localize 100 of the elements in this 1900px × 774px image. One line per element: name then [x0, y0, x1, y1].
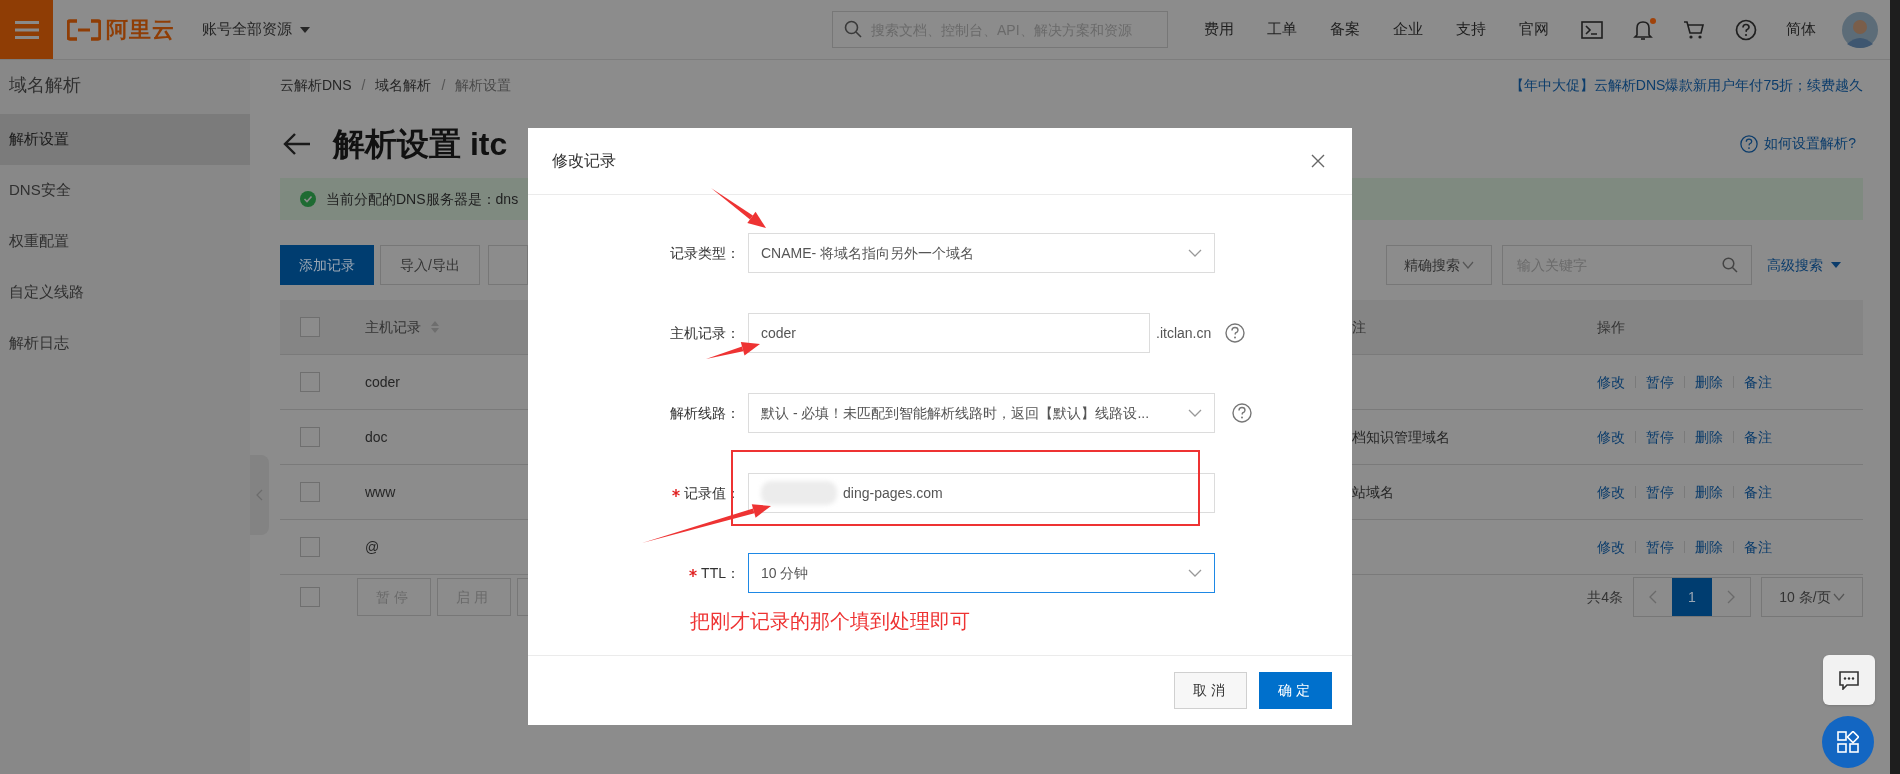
nav-link[interactable]: 费用 — [1187, 18, 1250, 41]
chevron-down-icon — [1188, 409, 1202, 417]
chevron-left-icon — [1649, 590, 1657, 604]
dialog-title: 修改记录 — [552, 151, 616, 171]
column-header: 主机记录 — [365, 317, 421, 337]
action-link[interactable]: 暂停 — [1646, 481, 1674, 503]
action-link[interactable]: 暂停 — [1646, 426, 1674, 448]
chevron-down-icon — [1832, 593, 1845, 601]
action-link[interactable]: 删除 — [1695, 536, 1723, 558]
search-icon — [1722, 257, 1738, 273]
search-mode-dropdown[interactable]: 精确搜索 — [1386, 245, 1492, 285]
checkbox[interactable] — [300, 587, 320, 607]
promo-link[interactable]: 【年中大促】云解析DNS爆款新用户年付75折；续费越久 — [1509, 74, 1863, 96]
action-link[interactable]: 暂停 — [1646, 536, 1674, 558]
sidebar-item[interactable]: 自定义线路 — [0, 267, 250, 318]
account-menu[interactable]: 账号全部资源 — [202, 18, 310, 41]
avatar[interactable] — [1842, 11, 1878, 48]
collapse-handle[interactable] — [250, 455, 269, 535]
breadcrumb-separator: / — [361, 75, 366, 95]
help-icon[interactable] — [1735, 18, 1757, 41]
action-link[interactable]: 修改 — [1597, 536, 1625, 558]
back-arrow-icon[interactable] — [283, 131, 311, 156]
annotation-arrow — [706, 342, 760, 359]
logo-text: 阿里云 — [106, 16, 175, 44]
nav-link[interactable]: 官网 — [1502, 18, 1565, 41]
sidebar-item[interactable]: 解析日志 — [0, 318, 250, 369]
toolbar-button[interactable]: 导入/导出 — [380, 245, 480, 285]
action-link[interactable]: 备注 — [1744, 426, 1772, 448]
chevron-down-icon — [1188, 249, 1202, 257]
help-icon[interactable] — [1225, 323, 1246, 343]
toolbar-button[interactable] — [487, 245, 528, 285]
input-field[interactable]: ding-pages.com — [748, 473, 1215, 513]
logo-icon — [67, 18, 101, 41]
action-link[interactable]: 修改 — [1597, 481, 1625, 503]
input-field[interactable]: coder — [748, 313, 1150, 353]
dropdown-field[interactable]: CNAME- 将域名指向另外一个域名 — [748, 233, 1215, 273]
dialog-button[interactable]: 取消 — [1174, 672, 1247, 709]
caret-icon — [1831, 262, 1841, 268]
sidebar-item[interactable]: 解析设置 — [0, 114, 250, 165]
field-label: 记录类型： — [670, 243, 740, 263]
action-link[interactable]: 删除 — [1695, 481, 1723, 503]
action-link[interactable]: 备注 — [1744, 481, 1772, 503]
chevron-down-icon — [1462, 261, 1474, 269]
search-icon — [844, 20, 862, 38]
language-button[interactable]: 简体 — [1786, 18, 1816, 41]
page-button[interactable]: 1 — [1672, 578, 1712, 616]
advanced-search-button[interactable]: 高级搜索 — [1767, 254, 1841, 276]
cart-icon[interactable] — [1683, 19, 1705, 40]
breadcrumb-link[interactable]: 域名解析 — [375, 74, 432, 96]
column-header: 注 — [1352, 319, 1366, 335]
terminal-icon[interactable] — [1581, 20, 1603, 39]
checkbox[interactable] — [300, 537, 320, 557]
action-link[interactable]: 修改 — [1597, 426, 1625, 448]
apps-icon — [1837, 731, 1859, 753]
field-value: 默认 - 必填！未匹配到智能解析线路时，返回【默认】线路设... — [761, 403, 1151, 423]
action-link[interactable]: 备注 — [1744, 371, 1772, 393]
chat-button[interactable] — [1823, 655, 1875, 705]
sidebar-item[interactable]: DNS安全 — [0, 165, 250, 216]
page-title: 解析设置 itc — [333, 124, 508, 164]
table-cell: @ — [365, 539, 380, 555]
nav-link[interactable]: 工单 — [1250, 18, 1313, 41]
chevron-right-icon — [1727, 590, 1735, 604]
nav-link[interactable]: 备案 — [1313, 18, 1376, 41]
breadcrumb-link[interactable]: 云解析DNS — [280, 74, 352, 96]
table-cell: doc — [365, 429, 388, 445]
sidebar-title: 域名解析 — [8, 73, 82, 97]
total-count: 共4条 — [1587, 587, 1623, 607]
menu-button[interactable] — [0, 0, 53, 59]
action-link[interactable]: 备注 — [1744, 536, 1772, 558]
action-link[interactable]: 删除 — [1695, 371, 1723, 393]
checkbox[interactable] — [300, 482, 320, 502]
field-label: TTL： — [701, 563, 740, 583]
toolbar-button[interactable]: 添加记录 — [280, 245, 374, 285]
breadcrumb-link[interactable]: 解析设置 — [455, 74, 512, 96]
success-icon — [300, 191, 316, 207]
table-cell: 站域名 — [1352, 484, 1394, 500]
table-cell: coder — [365, 374, 401, 390]
bell-icon[interactable] — [1633, 18, 1653, 41]
sidebar-item[interactable]: 权重配置 — [0, 216, 250, 267]
apps-button[interactable] — [1822, 716, 1874, 768]
action-link[interactable]: 暂停 — [1646, 371, 1674, 393]
page-size-dropdown[interactable]: 10 条/页 — [1761, 577, 1863, 617]
help-icon[interactable] — [1232, 403, 1252, 423]
checkbox[interactable] — [300, 427, 320, 447]
checkbox[interactable] — [300, 317, 320, 337]
dropdown-field[interactable]: 默认 - 必填！未匹配到智能解析线路时，返回【默认】线路设... — [748, 393, 1215, 433]
checkbox[interactable] — [300, 372, 320, 392]
dropdown-field[interactable]: 10 分钟 — [748, 553, 1215, 593]
field-label: 解析线路： — [670, 403, 740, 423]
dialog-button[interactable]: 确定 — [1259, 672, 1332, 709]
breadcrumb-separator: / — [441, 75, 446, 95]
table-cell: 档知识管理域名 — [1352, 429, 1450, 445]
action-link[interactable]: 删除 — [1695, 426, 1723, 448]
annotation-arrow — [711, 188, 766, 228]
help-link[interactable]: 如何设置解析? — [1740, 133, 1856, 154]
nav-link[interactable]: 支持 — [1439, 18, 1502, 41]
nav-link[interactable]: 企业 — [1376, 18, 1439, 41]
notice-text: 当前分配的DNS服务器是：dns — [326, 189, 519, 209]
action-link[interactable]: 修改 — [1597, 371, 1625, 393]
field-value: 10 分钟 — [761, 563, 810, 583]
